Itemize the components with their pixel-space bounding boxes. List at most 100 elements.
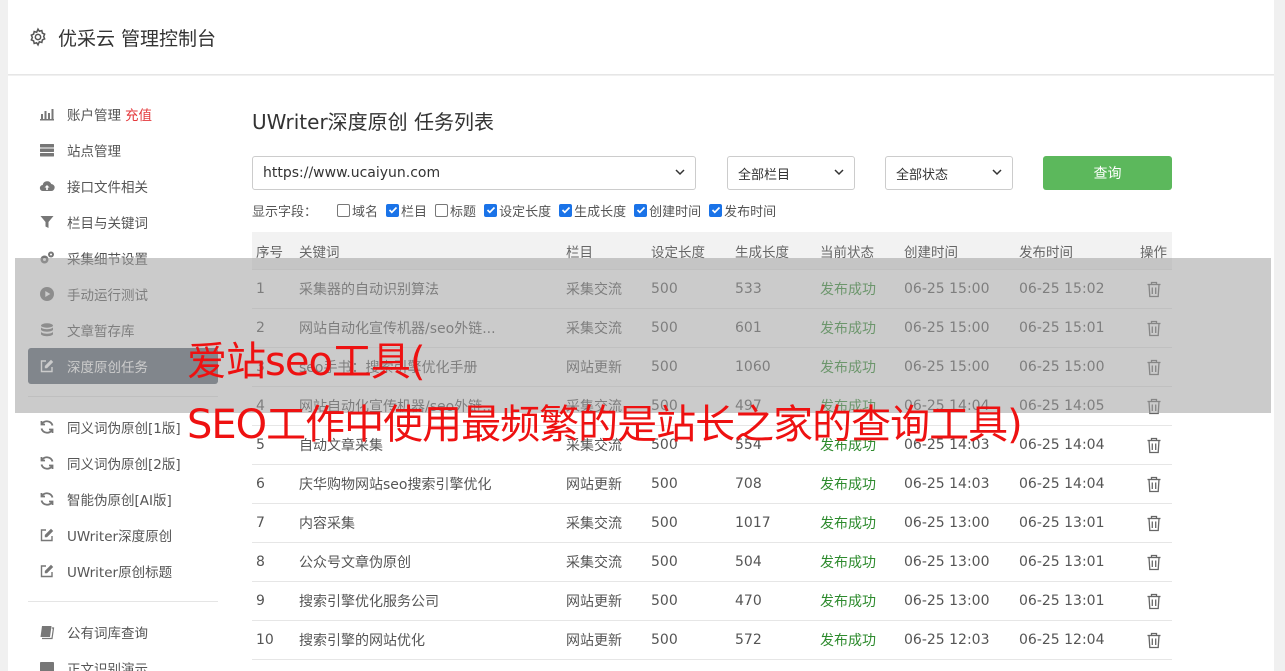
row-actions: [1135, 515, 1172, 532]
sidebar-item-label: 公有词库查询: [67, 626, 148, 642]
field-checkbox[interactable]: 标题: [435, 201, 476, 220]
table-row: 6 庆华购物网站seo搜索引擎优化 网站更新 500 708 发布成功 06-25 14:0…: [252, 465, 1172, 504]
sidebar-item[interactable]: UWriter原创标题: [28, 553, 218, 589]
row-created: 06-25 14:03: [904, 476, 990, 492]
field-checkbox[interactable]: 栏目: [386, 201, 427, 220]
field-checkbox-label: 生成长度: [574, 204, 627, 220]
sidebar-item-label: 正文识别演示: [67, 662, 148, 671]
row-published: 06-25 12:04: [1019, 632, 1105, 648]
sidebar-item[interactable]: 栏目与关键词: [28, 204, 218, 240]
sidebar-item[interactable]: 接口文件相关: [28, 168, 218, 204]
sidebar-item-label: 站点管理: [67, 144, 121, 160]
row-keyword: 搜索引擎的网站优化: [299, 633, 425, 649]
sidebar-item[interactable]: 站点管理: [28, 132, 218, 168]
field-checkbox[interactable]: 生成长度: [559, 201, 626, 220]
server-icon: [38, 141, 56, 159]
field-checkbox-label: 域名: [352, 204, 379, 220]
trash-icon[interactable]: [1146, 515, 1162, 532]
edit-icon: [38, 526, 56, 544]
row-column: 采集交流: [566, 555, 622, 571]
sidebar-item-label: 智能伪原创[AI版]: [67, 493, 172, 509]
row-status: 发布成功: [820, 477, 876, 493]
filter-bar: https://www.ucaiyun.com 全部栏目 全部状态 查询: [252, 156, 1172, 190]
row-status: 发布成功: [820, 633, 876, 649]
refresh-icon: [38, 490, 56, 508]
checkbox-checked-icon[interactable]: [386, 203, 400, 217]
chevron-down-icon: [992, 169, 1002, 176]
table-row: 8 公众号文章伪原创 采集交流 500 504 发布成功 06-25 13:00 06-25 …: [252, 543, 1172, 582]
refresh-icon: [38, 418, 56, 436]
page-title: UWriter深度原创 任务列表: [252, 110, 495, 134]
row-keyword: 公众号文章伪原创: [299, 555, 411, 571]
trash-icon[interactable]: [1146, 476, 1162, 493]
checkbox-empty-icon[interactable]: [435, 203, 449, 217]
checkbox-checked-icon[interactable]: [634, 203, 648, 217]
sidebar-item-label: 栏目与关键词: [67, 216, 148, 232]
recharge-link[interactable]: 充值: [125, 104, 152, 124]
status-select[interactable]: 全部状态: [885, 156, 1013, 190]
row-keyword: 庆华购物网站seo搜索引擎优化: [299, 477, 492, 493]
checkbox-empty-icon[interactable]: [337, 203, 351, 217]
cloud-upload-icon: [38, 177, 56, 195]
field-checkbox[interactable]: 域名: [337, 201, 378, 220]
refresh-icon: [38, 454, 56, 472]
edit-icon: [38, 562, 56, 580]
field-checkbox-label: 栏目: [401, 204, 428, 220]
display-fields: 显示字段： 域名 栏目 标题 设定长度 生成长度 创建时间 发布时间: [252, 200, 784, 220]
site-select-value: https://www.ucaiyun.com: [263, 165, 441, 181]
display-fields-label: 显示字段：: [252, 204, 318, 220]
table-row: 10 搜索引擎的网站优化 网站更新 500 572 发布成功 06-25 12:03 06-2…: [252, 621, 1172, 660]
sidebar-item-label: 接口文件相关: [67, 180, 148, 196]
checkbox-checked-icon[interactable]: [484, 203, 498, 217]
row-published: 06-25 14:04: [1019, 476, 1105, 492]
field-checkbox[interactable]: 设定长度: [484, 201, 551, 220]
row-gen-length: 504: [735, 554, 762, 570]
sidebar-item-label: UWriter深度原创: [67, 529, 173, 545]
row-published: 06-25 13:01: [1019, 593, 1105, 609]
sidebar-divider: [28, 601, 218, 602]
trash-icon[interactable]: [1146, 593, 1162, 610]
row-gen-length: 572: [735, 632, 762, 648]
sidebar-item[interactable]: 账户管理 充值: [28, 96, 218, 132]
field-checkbox[interactable]: 发布时间: [709, 201, 776, 220]
site-select[interactable]: https://www.ucaiyun.com: [252, 156, 696, 190]
query-button[interactable]: 查询: [1043, 156, 1172, 190]
field-checkbox-label: 发布时间: [724, 204, 777, 220]
field-checkbox-label: 设定长度: [499, 204, 552, 220]
trash-icon[interactable]: [1146, 632, 1162, 649]
checkbox-checked-icon[interactable]: [559, 203, 573, 217]
watermark-line-1: 爱站seo工具(: [187, 339, 426, 385]
field-checkbox-label: 创建时间: [649, 204, 702, 220]
row-keyword: 内容采集: [299, 516, 355, 532]
sidebar-item[interactable]: 正文识别演示: [28, 650, 218, 671]
row-column: 网站更新: [566, 594, 622, 610]
field-checkbox-label: 标题: [450, 204, 477, 220]
row-keyword: 搜索引擎优化服务公司: [299, 594, 439, 610]
app-title: 优采云 管理控制台: [58, 27, 217, 50]
row-actions: [1135, 632, 1172, 649]
row-status: 发布成功: [820, 555, 876, 571]
row-published: 06-25 14:04: [1019, 437, 1105, 453]
checkbox-checked-icon[interactable]: [709, 203, 723, 217]
row-actions: [1135, 476, 1172, 493]
field-checkbox[interactable]: 创建时间: [634, 201, 701, 220]
content-area: UWriter深度原创 任务列表 https://www.ucaiyun.com…: [252, 106, 1172, 660]
column-select-value: 全部栏目: [738, 167, 791, 183]
table-row: 7 内容采集 采集交流 500 1017 发布成功 06-25 13:00 06-25 13:…: [252, 504, 1172, 543]
trash-icon[interactable]: [1146, 554, 1162, 571]
row-index: 8: [256, 554, 265, 570]
sidebar-item[interactable]: 智能伪原创[AI版]: [28, 481, 218, 517]
watermark-line-2: SEO工作中使用最频繁的是站长之家的查询工具): [187, 402, 1023, 448]
sidebar-item[interactable]: UWriter深度原创: [28, 517, 218, 553]
row-index: 9: [256, 593, 265, 609]
row-set-length: 500: [651, 554, 678, 570]
status-select-value: 全部状态: [896, 167, 949, 183]
row-column: 采集交流: [566, 516, 622, 532]
column-select[interactable]: 全部栏目: [727, 156, 855, 190]
chevron-down-icon: [834, 169, 844, 176]
sidebar-item[interactable]: 公有词库查询: [28, 614, 218, 650]
chevron-down-icon: [675, 169, 685, 176]
row-set-length: 500: [651, 632, 678, 648]
row-published: 06-25 13:01: [1019, 554, 1105, 570]
trash-icon[interactable]: [1146, 437, 1162, 454]
